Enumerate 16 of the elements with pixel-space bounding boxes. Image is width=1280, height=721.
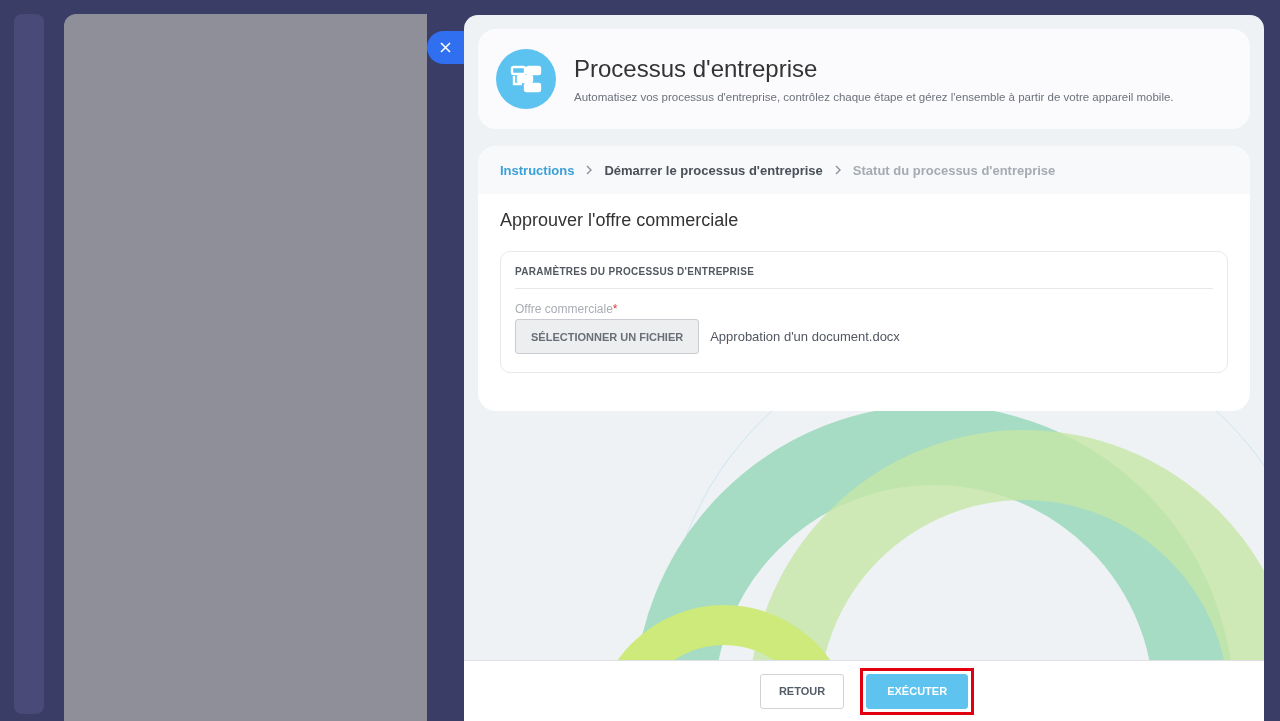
chevron-right-icon: [834, 165, 841, 175]
close-button[interactable]: [427, 31, 464, 64]
file-name: Approbation d'un document.docx: [710, 329, 900, 344]
page-title: Processus d'entreprise: [574, 55, 819, 83]
chevron-right-icon: [586, 165, 593, 175]
process-logo-icon: [496, 49, 556, 109]
close-icon: [440, 42, 451, 53]
breadcrumb-step[interactable]: Statut du processus d'entreprise: [852, 162, 1056, 178]
field-label: Offre commerciale*: [515, 302, 619, 316]
back-button[interactable]: RETOUR: [759, 673, 845, 709]
select-file-button[interactable]: SÉLECTIONNER UN FICHIER: [515, 319, 700, 354]
page-subtitle: Automatisez vos processus d'entreprise, contrôlez chaque étape et gérez l'ensemble à partir de votre appareil mobile.: [574, 91, 1174, 103]
section-title: PARAMÈTRES DU PROCESSUS D'ENTREPRISE: [515, 252, 1213, 289]
form-title: Approuver l'offre commerciale: [500, 210, 740, 231]
breadcrumb-step[interactable]: Démarrer le processus d'entreprise: [604, 162, 823, 178]
breadcrumb-step[interactable]: Instructions: [500, 162, 575, 178]
